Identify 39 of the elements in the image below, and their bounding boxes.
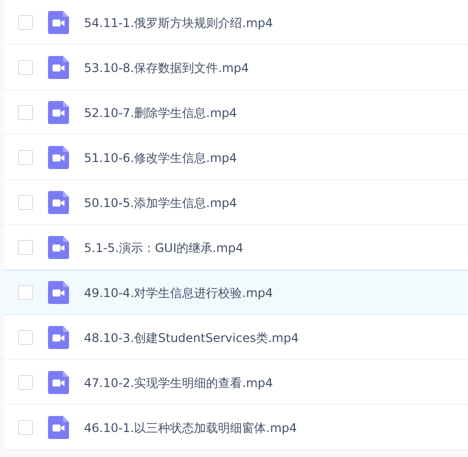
file-name: 48.10-3.创建StudentServices类.mp4 <box>84 330 299 346</box>
file-name: 47.10-2.实现学生明细的查看.mp4 <box>84 374 273 392</box>
checkbox[interactable] <box>18 420 33 435</box>
checkbox[interactable] <box>18 150 33 165</box>
checkbox[interactable] <box>18 15 33 30</box>
video-file-icon <box>48 191 69 214</box>
checkbox[interactable] <box>18 330 33 345</box>
file-name: 46.10-1.以三种状态加载明细窗体.mp4 <box>84 420 297 436</box>
file-row[interactable]: 53.10-8.保存数据到文件.mp4 <box>4 45 468 90</box>
file-name: 54.11-1.俄罗斯方块规则介绍.mp4 <box>84 14 273 32</box>
file-row[interactable]: 47.10-2.实现学生明细的查看.mp4 <box>4 360 468 405</box>
file-name: 53.10-8.保存数据到文件.mp4 <box>84 60 249 76</box>
file-row[interactable]: 51.10-6.修改学生信息.mp4 <box>4 135 468 180</box>
video-file-icon <box>48 11 69 34</box>
checkbox[interactable] <box>18 105 33 120</box>
file-row[interactable]: 46.10-1.以三种状态加载明细窗体.mp4 <box>4 405 468 450</box>
checkbox[interactable] <box>18 195 33 210</box>
checkbox[interactable] <box>18 285 33 300</box>
video-file-icon <box>48 236 69 259</box>
video-file-icon <box>48 146 69 169</box>
checkbox[interactable] <box>18 240 33 255</box>
file-name: 49.10-4.对学生信息进行校验.mp4 <box>84 284 273 302</box>
file-name: 51.10-6.修改学生信息.mp4 <box>84 150 237 166</box>
video-file-icon <box>48 416 69 439</box>
file-row[interactable]: 50.10-5.添加学生信息.mp4 <box>4 180 468 225</box>
video-file-icon <box>48 371 69 394</box>
checkbox[interactable] <box>18 60 33 75</box>
file-row[interactable]: 48.10-3.创建StudentServices类.mp4 <box>4 315 468 360</box>
file-row[interactable]: 54.11-1.俄罗斯方块规则介绍.mp4 <box>4 0 468 45</box>
video-file-icon <box>48 326 69 349</box>
file-name: 50.10-5.添加学生信息.mp4 <box>84 194 237 212</box>
file-name: 5.1-5.演示：GUI的继承.mp4 <box>84 240 244 256</box>
video-file-icon <box>48 56 69 79</box>
video-file-icon <box>48 101 69 124</box>
file-row[interactable]: 52.10-7.删除学生信息.mp4 <box>4 90 468 135</box>
file-name: 52.10-7.删除学生信息.mp4 <box>84 104 237 122</box>
video-file-icon <box>48 281 69 304</box>
file-row[interactable]: 49.10-4.对学生信息进行校验.mp4 <box>4 270 468 315</box>
checkbox[interactable] <box>18 375 33 390</box>
